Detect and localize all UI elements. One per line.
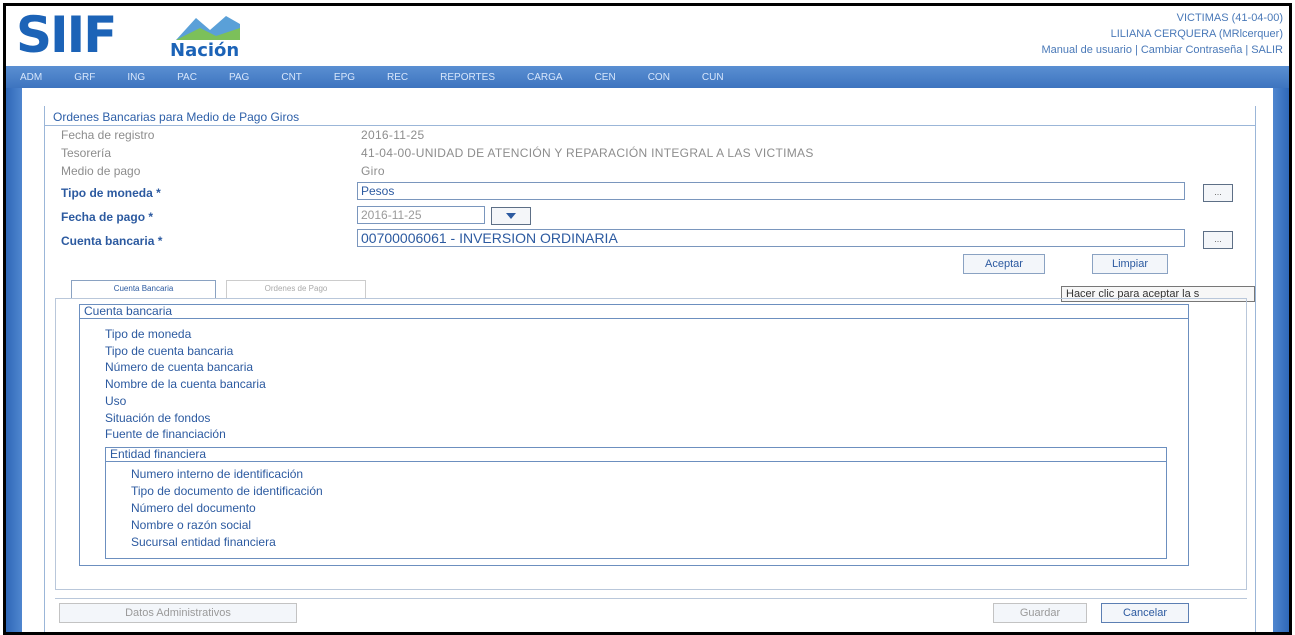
- change-password-link[interactable]: Cambiar Contraseña: [1141, 44, 1243, 56]
- field-nombre-cuenta: Nombre de la cuenta bancaria: [105, 377, 266, 391]
- menu-item-cun[interactable]: CUN: [688, 72, 742, 83]
- logo-subtext: Nación: [170, 40, 240, 61]
- limpiar-button[interactable]: Limpiar: [1092, 254, 1168, 274]
- field-uso: Uso: [105, 394, 127, 408]
- tipo-moneda-lookup-button[interactable]: ...: [1203, 184, 1233, 202]
- cuenta-bancaria-label: Cuenta bancaria *: [61, 234, 163, 248]
- logout-link[interactable]: SALIR: [1251, 44, 1283, 56]
- menu-item-cen[interactable]: CEN: [581, 72, 634, 83]
- cuenta-bancaria-legend-text: Cuenta bancaria: [84, 304, 173, 318]
- fecha-pago-picker-button[interactable]: [491, 207, 531, 225]
- field-nombre-razon-social: Nombre o razón social: [131, 518, 252, 532]
- aceptar-button[interactable]: Aceptar: [963, 254, 1045, 274]
- cuenta-bancaria-section: Cuenta bancaria Tipo de moneda Tipo de c…: [79, 304, 1189, 566]
- field-numero-interno: Numero interno de identificación: [131, 467, 304, 481]
- menu-item-reportes[interactable]: REPORTES: [426, 72, 513, 83]
- user-info: VICTIMAS (41-04-00) LILIANA CERQUERA (MR…: [1041, 10, 1283, 58]
- fecha-registro-value: 2016-11-25: [361, 128, 425, 142]
- cuenta-bancaria-lookup-button[interactable]: ...: [1203, 231, 1233, 249]
- footer-divider: [55, 598, 1247, 599]
- page-title: Ordenes Bancarias para Medio de Pago Gir…: [53, 110, 300, 124]
- menu-item-adm[interactable]: ADM: [6, 72, 60, 83]
- menu-item-grf[interactable]: GRF: [60, 72, 113, 83]
- menu-item-con[interactable]: CON: [634, 72, 688, 83]
- manual-link[interactable]: Manual de usuario: [1041, 44, 1132, 56]
- tesoreria-label: Tesorería: [61, 146, 112, 160]
- link-separator: |: [1134, 44, 1138, 56]
- cancelar-button[interactable]: Cancelar: [1101, 603, 1189, 623]
- entidad-financiera-legend: Entidad financiera: [106, 447, 1166, 462]
- field-fuente-financiacion: Fuente de financiación: [105, 427, 226, 441]
- menu-item-pag[interactable]: PAG: [215, 72, 267, 83]
- tipo-moneda-input[interactable]: Pesos: [357, 182, 1185, 200]
- fecha-pago-label: Fecha de pago *: [61, 210, 154, 224]
- fecha-registro-label: Fecha de registro: [61, 128, 155, 142]
- app-window: SIIF Nación VICTIMAS (41-04-00) LILIANA …: [3, 3, 1292, 635]
- menu-item-ing[interactable]: ING: [113, 72, 163, 83]
- logo-mark-icon: [176, 16, 240, 40]
- menu-item-cnt[interactable]: CNT: [267, 72, 320, 83]
- link-separator: |: [1245, 44, 1249, 56]
- header-links: Manual de usuario | Cambiar Contraseña | SAL…: [1041, 42, 1283, 58]
- field-situacion-fondos: Situación de fondos: [105, 411, 211, 425]
- main-menu: ADM GRF ING PAC PAG CNT EPG REC REPORTES…: [6, 66, 1289, 88]
- field-numero-cuenta: Número de cuenta bancaria: [105, 360, 254, 374]
- medio-pago-value: Giro: [361, 164, 385, 178]
- field-tipo-moneda: Tipo de moneda: [105, 327, 192, 341]
- menu-item-carga[interactable]: CARGA: [513, 72, 581, 83]
- fecha-pago-input[interactable]: 2016-11-25: [357, 206, 485, 224]
- entidad-financiera-section: Entidad financiera Numero interno de ide…: [105, 447, 1167, 559]
- medio-pago-label: Medio de pago: [61, 164, 141, 178]
- field-sucursal: Sucursal entidad financiera: [131, 535, 276, 549]
- menu-item-rec[interactable]: REC: [373, 72, 426, 83]
- siif-logo: SIIF Nación: [16, 10, 246, 65]
- field-numero-documento: Número del documento: [131, 501, 256, 515]
- field-tipo-cuenta: Tipo de cuenta bancaria: [105, 344, 234, 358]
- tesoreria-value: 41-04-00-UNIDAD DE ATENCIÓN Y REPARACIÓN…: [361, 146, 814, 160]
- menu-item-pac[interactable]: PAC: [163, 72, 215, 83]
- datos-administrativos-button[interactable]: Datos Administrativos: [59, 603, 297, 623]
- entity-name: VICTIMAS (41-04-00): [1176, 12, 1283, 24]
- chevron-down-icon: [506, 213, 516, 219]
- entidad-financiera-legend-text: Entidad financiera: [110, 447, 207, 461]
- cuenta-bancaria-input[interactable]: 00700006061 - INVERSION ORDINARIA: [357, 229, 1185, 247]
- tab-ordenes-de-pago[interactable]: Ordenes de Pago: [226, 280, 366, 298]
- menu-item-epg[interactable]: EPG: [320, 72, 373, 83]
- logo-text: SIIF: [16, 6, 117, 64]
- main-panel: Ordenes Bancarias para Medio de Pago Gir…: [44, 106, 1256, 632]
- tipo-moneda-label: Tipo de moneda *: [61, 186, 161, 200]
- field-tipo-documento: Tipo de documento de identificación: [131, 484, 323, 498]
- title-divider: [45, 125, 1255, 126]
- user-name: LILIANA CERQUERA (MRlcerquer): [1110, 28, 1283, 40]
- cuenta-bancaria-legend: Cuenta bancaria: [80, 304, 1188, 319]
- guardar-button[interactable]: Guardar: [993, 603, 1087, 623]
- tab-cuenta-bancaria[interactable]: Cuenta Bancaria: [71, 280, 216, 298]
- left-side-border: [6, 88, 22, 632]
- right-side-border: [1273, 88, 1289, 632]
